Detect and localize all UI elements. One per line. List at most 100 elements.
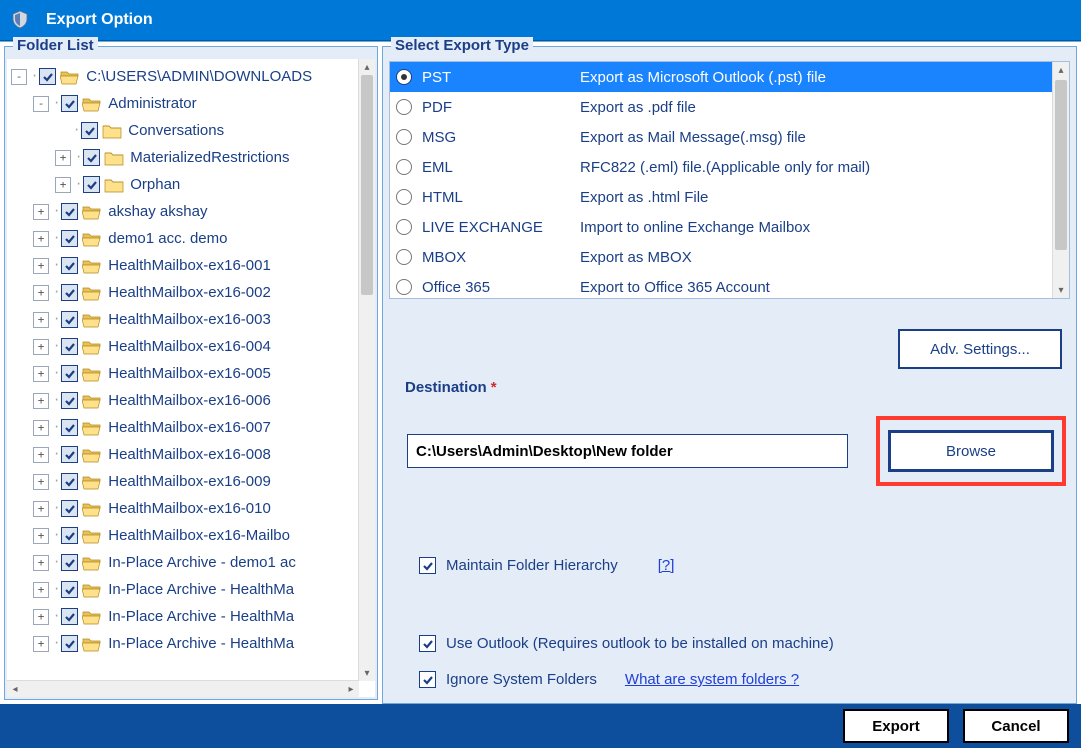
export-type-pdf[interactable]: PDFExport as .pdf file [390, 92, 1053, 122]
scroll-down-arrow-icon[interactable]: ▾ [1053, 282, 1069, 298]
expand-icon[interactable]: + [33, 339, 49, 355]
radio-button[interactable] [396, 249, 412, 265]
tree-node-conversations[interactable]: ·Conversations [11, 117, 359, 144]
ignore-system-folders-option[interactable]: Ignore System Folders What are system fo… [419, 671, 799, 688]
expand-icon[interactable]: + [33, 636, 49, 652]
tree-node-item-16[interactable]: +·In-Place Archive - HealthMa [11, 630, 359, 657]
browse-button[interactable]: Browse [888, 430, 1054, 472]
maintain-hierarchy-checkbox[interactable] [419, 557, 436, 574]
tree-node-item-6[interactable]: +·HealthMailbox-ex16-005 [11, 360, 359, 387]
tree-node-item-3[interactable]: +·HealthMailbox-ex16-002 [11, 279, 359, 306]
tree-checkbox[interactable] [61, 257, 78, 274]
expand-icon[interactable]: + [33, 231, 49, 247]
tree-checkbox[interactable] [61, 635, 78, 652]
expand-icon[interactable]: + [33, 528, 49, 544]
export-button[interactable]: Export [843, 709, 949, 743]
tree-checkbox[interactable] [61, 608, 78, 625]
tree-node-item-9[interactable]: +·HealthMailbox-ex16-008 [11, 441, 359, 468]
expand-icon[interactable]: + [33, 501, 49, 517]
tree-node-item-13[interactable]: +·In-Place Archive - demo1 ac [11, 549, 359, 576]
tree-node-item-2[interactable]: +·HealthMailbox-ex16-001 [11, 252, 359, 279]
expand-icon[interactable]: + [33, 258, 49, 274]
system-folders-help-link[interactable]: What are system folders ? [625, 671, 799, 688]
tree-node-root[interactable]: -·C:\USERS\ADMIN\DOWNLOADS [11, 63, 359, 90]
expand-icon[interactable]: + [33, 609, 49, 625]
tree-checkbox[interactable] [61, 95, 78, 112]
tree-checkbox[interactable] [61, 338, 78, 355]
radio-button[interactable] [396, 219, 412, 235]
export-type-mbox[interactable]: MBOXExport as MBOX [390, 242, 1053, 272]
tree-checkbox[interactable] [61, 473, 78, 490]
scroll-up-arrow-icon[interactable]: ▴ [1053, 62, 1069, 78]
export-type-eml[interactable]: EMLRFC822 (.eml) file.(Applicable only f… [390, 152, 1053, 182]
radio-button[interactable] [396, 279, 412, 295]
tree-node-item-0[interactable]: +·akshay akshay [11, 198, 359, 225]
tree-node-item-5[interactable]: +·HealthMailbox-ex16-004 [11, 333, 359, 360]
export-type-msg[interactable]: MSGExport as Mail Message(.msg) file [390, 122, 1053, 152]
tree-checkbox[interactable] [61, 311, 78, 328]
radio-button[interactable] [396, 159, 412, 175]
expand-icon[interactable]: + [33, 312, 49, 328]
expand-icon[interactable]: + [33, 474, 49, 490]
tree-checkbox[interactable] [83, 149, 100, 166]
expand-icon[interactable]: + [33, 447, 49, 463]
scroll-thumb[interactable] [361, 75, 373, 295]
tree-node-item-1[interactable]: +·demo1 acc. demo [11, 225, 359, 252]
maintain-hierarchy-option[interactable]: Maintain Folder Hierarchy [?] [419, 557, 674, 574]
cancel-button[interactable]: Cancel [963, 709, 1069, 743]
scroll-down-arrow-icon[interactable]: ▾ [359, 665, 375, 681]
tree-checkbox[interactable] [61, 230, 78, 247]
tree-node-item-11[interactable]: +·HealthMailbox-ex16-010 [11, 495, 359, 522]
expand-icon[interactable]: + [33, 204, 49, 220]
adv-settings-button[interactable]: Adv. Settings... [898, 329, 1062, 369]
expand-icon[interactable]: + [33, 555, 49, 571]
export-type-office-365[interactable]: Office 365Export to Office 365 Account [390, 272, 1053, 298]
tree-node-item-10[interactable]: +·HealthMailbox-ex16-009 [11, 468, 359, 495]
expand-icon[interactable]: + [33, 420, 49, 436]
radio-button[interactable] [396, 129, 412, 145]
folder-tree[interactable]: -·C:\USERS\ADMIN\DOWNLOADS-·Administrato… [7, 59, 359, 681]
tree-node-item-12[interactable]: +·HealthMailbox-ex16-Mailbo [11, 522, 359, 549]
type-list-scrollbar[interactable]: ▴ ▾ [1052, 62, 1069, 298]
scroll-right-arrow-icon[interactable]: ▸ [343, 681, 359, 697]
collapse-icon[interactable]: - [33, 96, 49, 112]
collapse-icon[interactable]: - [11, 69, 27, 85]
export-type-live-exchange[interactable]: LIVE EXCHANGEImport to online Exchange M… [390, 212, 1053, 242]
tree-node-item-7[interactable]: +·HealthMailbox-ex16-006 [11, 387, 359, 414]
tree-checkbox[interactable] [61, 581, 78, 598]
tree-node-orphan[interactable]: +·Orphan [11, 171, 359, 198]
tree-checkbox[interactable] [61, 284, 78, 301]
tree-checkbox[interactable] [61, 446, 78, 463]
expand-icon[interactable]: + [33, 285, 49, 301]
tree-node-item-4[interactable]: +·HealthMailbox-ex16-003 [11, 306, 359, 333]
tree-checkbox[interactable] [81, 122, 98, 139]
use-outlook-option[interactable]: Use Outlook (Requires outlook to be inst… [419, 635, 834, 652]
tree-checkbox[interactable] [61, 554, 78, 571]
tree-node-item-15[interactable]: +·In-Place Archive - HealthMa [11, 603, 359, 630]
export-type-pst[interactable]: PSTExport as Microsoft Outlook (.pst) fi… [390, 62, 1053, 92]
tree-checkbox[interactable] [61, 500, 78, 517]
scroll-left-arrow-icon[interactable]: ◂ [7, 681, 23, 697]
tree-checkbox[interactable] [83, 176, 100, 193]
tree-node-item-8[interactable]: +·HealthMailbox-ex16-007 [11, 414, 359, 441]
tree-checkbox[interactable] [61, 203, 78, 220]
expand-icon[interactable]: + [33, 582, 49, 598]
scroll-thumb[interactable] [1055, 80, 1067, 250]
expand-icon[interactable]: + [33, 393, 49, 409]
tree-checkbox[interactable] [39, 68, 56, 85]
tree-checkbox[interactable] [61, 365, 78, 382]
tree-horizontal-scrollbar[interactable]: ◂ ▸ [7, 680, 359, 697]
radio-button[interactable] [396, 69, 412, 85]
expand-icon[interactable]: + [55, 177, 71, 193]
hierarchy-help-link[interactable]: [?] [658, 557, 675, 574]
ignore-system-folders-checkbox[interactable] [419, 671, 436, 688]
tree-node-admin[interactable]: -·Administrator [11, 90, 359, 117]
destination-input[interactable] [407, 434, 848, 468]
expand-icon[interactable]: + [55, 150, 71, 166]
tree-checkbox[interactable] [61, 527, 78, 544]
tree-node-item-14[interactable]: +·In-Place Archive - HealthMa [11, 576, 359, 603]
tree-node-materialized[interactable]: +·MaterializedRestrictions [11, 144, 359, 171]
radio-button[interactable] [396, 189, 412, 205]
radio-button[interactable] [396, 99, 412, 115]
tree-checkbox[interactable] [61, 419, 78, 436]
